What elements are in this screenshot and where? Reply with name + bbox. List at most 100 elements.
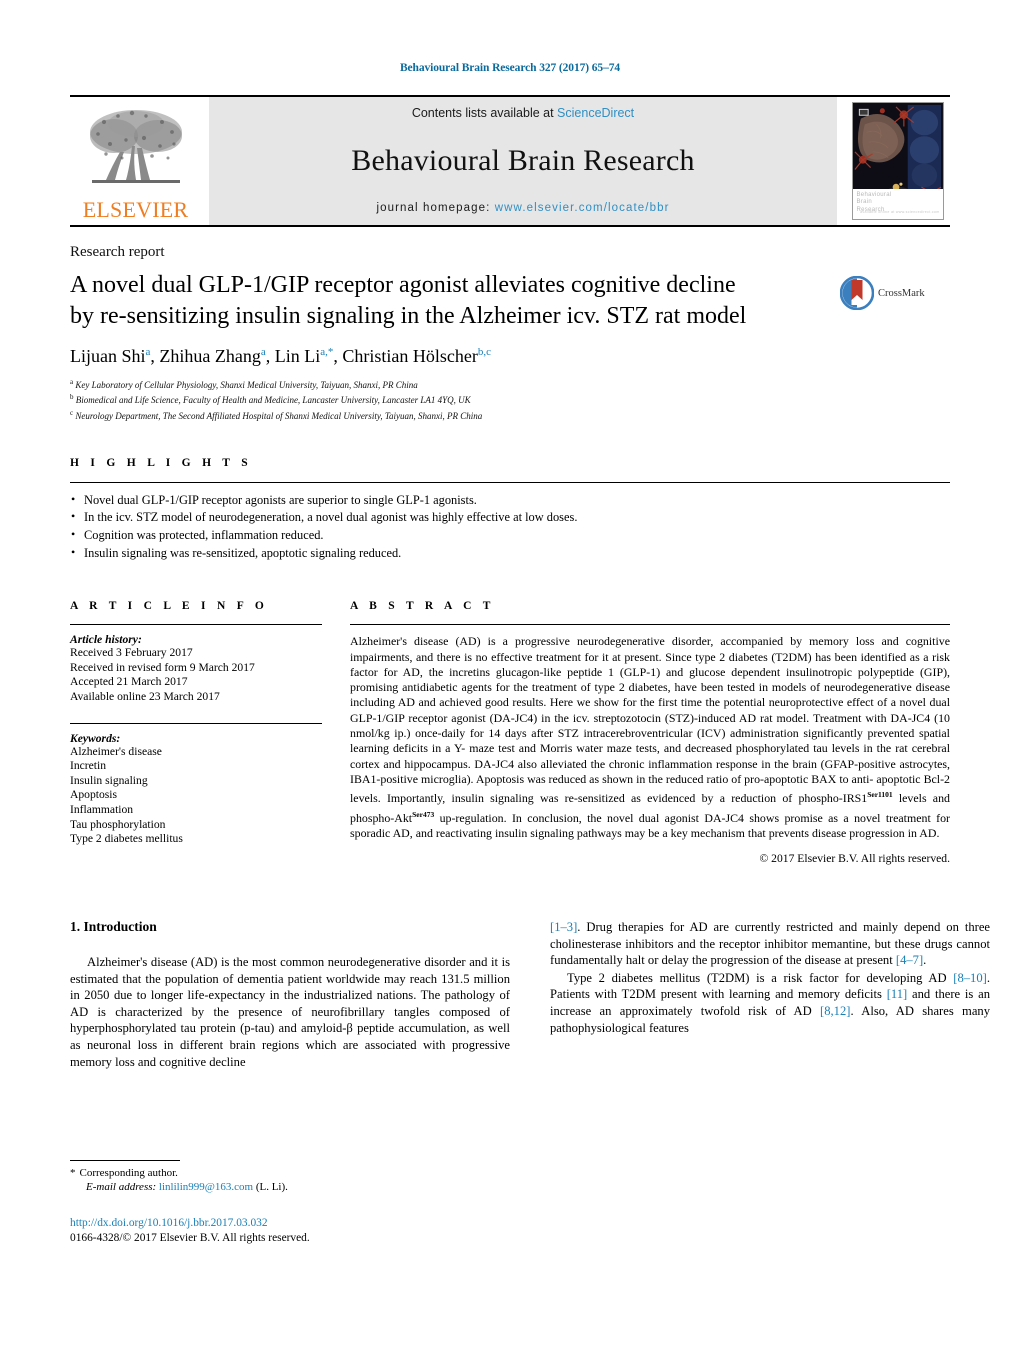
- affiliation-item: b Biomedical and Life Science, Faculty o…: [70, 391, 950, 406]
- info-and-abstract: A R T I C L E I N F O Article history: R…: [70, 600, 950, 865]
- highlights-heading: H I G H L I G H T S: [70, 456, 252, 469]
- abstract-section: A B S T R A C T Alzheimer's disease (AD)…: [350, 600, 950, 865]
- journal-masthead: ELSEVIER Contents lists available at Sci…: [70, 95, 950, 227]
- body-column-left: 1. Introduction Alzheimer's disease (AD)…: [70, 919, 510, 1071]
- elsevier-tree-icon: [84, 106, 188, 198]
- affiliation-list: a Key Laboratory of Cellular Physiology,…: [70, 376, 950, 422]
- crossmark-badge[interactable]: CrossMark: [840, 276, 932, 310]
- abstract-superscript-2: Ser473: [412, 809, 435, 819]
- affiliation-text: Neurology Department, The Second Affilia…: [75, 410, 483, 421]
- affiliation-mark: b: [70, 393, 74, 402]
- body-columns: 1. Introduction Alzheimer's disease (AD)…: [70, 919, 990, 1071]
- body-column-right: [1–3]. Drug therapies for AD are current…: [550, 919, 990, 1071]
- keywords-block: Keywords: Alzheimer's disease Incretin I…: [70, 724, 322, 847]
- cover-image: Behavioural Brain Research available onl…: [851, 102, 944, 220]
- abstract-superscript-1: Ser1101: [867, 790, 893, 800]
- intro-text-c: .: [923, 953, 927, 968]
- article-info-heading: A R T I C L E I N F O: [70, 600, 269, 613]
- corresponding-author-label: Corresponding author.: [79, 1167, 178, 1179]
- keyword-item: Tau phosphorylation: [70, 817, 166, 831]
- article-history-label: Article history:: [70, 633, 142, 647]
- abstract-heading: A B S T R A C T: [350, 600, 495, 613]
- email-note: E-mail address: linlilin999@163.com (L. …: [70, 1180, 510, 1194]
- journal-cover-thumbnail: Behavioural Brain Research available onl…: [845, 97, 950, 225]
- issn-copyright-line: 0166-4328/© 2017 Elsevier B.V. All right…: [70, 1231, 310, 1244]
- article-history-item: Available online 23 March 2017: [70, 690, 220, 704]
- article-history-item: Received in revised form 9 March 2017: [70, 660, 255, 674]
- reference-link[interactable]: [8,12]: [820, 1004, 850, 1018]
- corresponding-author-marker: *: [70, 1167, 76, 1179]
- abstract-part-1: Alzheimer's disease (AD) is a progressiv…: [350, 634, 950, 806]
- article-history-item: Accepted 21 March 2017: [70, 675, 188, 689]
- crossmark-icon: [840, 276, 874, 310]
- journal-homepage-line: journal homepage: www.elsevier.com/locat…: [376, 202, 669, 214]
- introduction-heading: 1. Introduction: [70, 919, 157, 935]
- author-name: Christian Hölscher: [342, 346, 478, 366]
- article-history-item: Received 3 February 2017: [70, 646, 193, 660]
- affiliation-item: a Key Laboratory of Cellular Physiology,…: [70, 376, 950, 391]
- intro-paragraph-1-left: Alzheimer's disease (AD) is the most com…: [70, 955, 510, 1069]
- contents-prefix: Contents lists available at: [411, 106, 558, 120]
- affiliation-mark: a: [70, 378, 74, 386]
- intro-paragraph-1-right: [1–3]. Drug therapies for AD are current…: [550, 919, 990, 969]
- highlights-section: H I G H L I G H T S Novel dual GLP-1/GIP…: [70, 457, 950, 562]
- highlight-item: Novel dual GLP-1/GIP receptor agonists a…: [70, 491, 950, 510]
- reference-link[interactable]: [11]: [887, 987, 908, 1001]
- intro-paragraph-2: Type 2 diabetes mellitus (T2DM) is a ris…: [550, 970, 990, 1036]
- homepage-prefix: journal homepage:: [376, 202, 495, 214]
- intro-p2-a: Type 2 diabetes mellitus (T2DM) is a ris…: [567, 970, 954, 985]
- reference-link[interactable]: [1–3]: [550, 920, 577, 934]
- cover-caption-line-1: Behavioural: [856, 192, 892, 198]
- author-affil-marks: a,*: [320, 346, 334, 358]
- title-line-2: by re-sensitizing insulin signaling in t…: [70, 303, 747, 329]
- cover-caption: Behavioural Brain Research available onl…: [852, 189, 943, 219]
- keyword-item: Apoptosis: [70, 788, 118, 802]
- elsevier-wordmark: ELSEVIER: [82, 197, 189, 222]
- doi-block: http://dx.doi.org/10.1016/j.bbr.2017.03.…: [70, 1216, 510, 1245]
- journal-title: Behavioural Brain Research: [351, 144, 695, 177]
- author-name: Lijuan Shi: [70, 346, 146, 366]
- title-row: A novel dual GLP-1/GIP receptor agonist …: [70, 270, 950, 332]
- doi-link[interactable]: http://dx.doi.org/10.1016/j.bbr.2017.03.…: [70, 1216, 510, 1231]
- author-list: Lijuan Shia, Zhihua Zhanga, Lin Lia,*, C…: [70, 346, 950, 367]
- keyword-item: Insulin signaling: [70, 773, 148, 787]
- abstract-part-3: up-regulation. In conclusion, the novel …: [350, 810, 950, 840]
- page-title: A novel dual GLP-1/GIP receptor agonist …: [70, 270, 840, 332]
- abstract-body: Alzheimer's disease (AD) is a progressiv…: [350, 625, 950, 841]
- footnote-divider: [70, 1160, 180, 1161]
- elsevier-logo: ELSEVIER: [70, 97, 201, 225]
- reference-link[interactable]: [8–10]: [953, 971, 987, 985]
- footnote-block: * Corresponding author. E-mail address: l…: [70, 1160, 510, 1245]
- author-name: Lin Li: [274, 346, 321, 366]
- email-link[interactable]: linlilin999@163.com: [159, 1181, 253, 1193]
- author-affil-marks: b,c: [477, 346, 492, 358]
- keyword-item: Incretin: [70, 759, 107, 773]
- contents-available-line: Contents lists available at ScienceDirec…: [412, 106, 634, 120]
- keyword-item: Type 2 diabetes mellitus: [70, 832, 183, 846]
- email-suffix: (L. Li).: [253, 1181, 288, 1193]
- cover-caption-line-2: Brain: [856, 199, 873, 206]
- masthead-center-panel: Contents lists available at ScienceDirec…: [209, 97, 837, 225]
- article-type-label: Research report: [70, 244, 165, 260]
- affiliation-text: Biomedical and Life Science, Faculty of …: [75, 395, 471, 406]
- article-first-page: Behavioural Brain Research 327 (2017) 65…: [0, 0, 1020, 1351]
- affiliation-text: Key Laboratory of Cellular Physiology, S…: [75, 380, 418, 390]
- highlight-item: Insulin signaling was re-sensitized, apo…: [70, 544, 950, 563]
- affiliation-mark: c: [70, 408, 74, 417]
- corresponding-author-note: * Corresponding author.: [70, 1166, 510, 1180]
- highlight-item: In the icv. STZ model of neurodegenerati…: [70, 509, 950, 527]
- reference-link[interactable]: [4–7]: [896, 953, 923, 967]
- keyword-item: Alzheimer's disease: [70, 744, 162, 758]
- homepage-url-link[interactable]: www.elsevier.com/locate/bbr: [495, 202, 670, 214]
- running-head: Behavioural Brain Research 327 (2017) 65…: [399, 62, 621, 74]
- crossmark-label: CrossMark: [878, 287, 925, 299]
- highlight-item: Cognition was protected, inflammation re…: [70, 526, 950, 545]
- email-label: E-mail address:: [86, 1181, 157, 1193]
- article-info-section: A R T I C L E I N F O Article history: R…: [70, 600, 322, 865]
- affiliation-item: c Neurology Department, The Second Affil…: [70, 407, 950, 422]
- sciencedirect-link[interactable]: ScienceDirect: [557, 106, 634, 120]
- author-name: Zhihua Zhang: [159, 346, 261, 366]
- highlights-list: Novel dual GLP-1/GIP receptor agonists a…: [70, 483, 950, 562]
- cover-caption-tiny: available online at www.sciencedirect.co…: [860, 209, 940, 214]
- keyword-item: Inflammation: [70, 803, 134, 817]
